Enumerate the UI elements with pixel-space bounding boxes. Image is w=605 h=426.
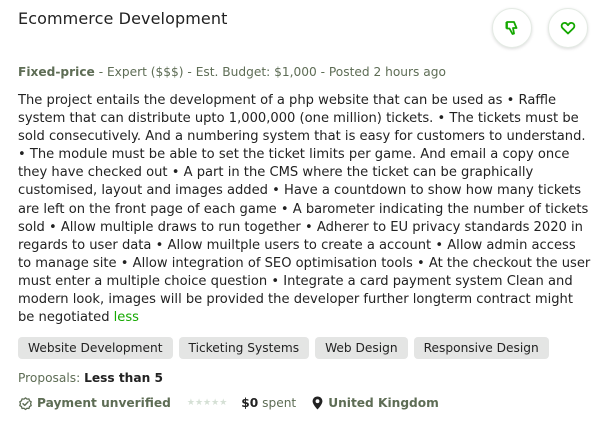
client-spent: $0 spent [241, 396, 296, 410]
proposals-info: Proposals: Less than 5 [18, 371, 163, 385]
skill-tag[interactable]: Website Development [18, 337, 173, 359]
job-type: Fixed-price [18, 65, 95, 79]
location-text: United Kingdom [328, 396, 439, 410]
job-meta: Fixed-price - Expert ($$$) - Est. Budget… [18, 65, 446, 79]
payment-status-text: Payment unverified [37, 396, 171, 410]
skill-tag[interactable]: Web Design [315, 337, 408, 359]
star-icon: ★ [194, 397, 204, 408]
proposals-label: Proposals: [18, 371, 85, 385]
star-icon: ★ [186, 397, 195, 408]
job-description-text: The project entails the development of a… [18, 93, 591, 326]
skill-tag[interactable]: Responsive Design [413, 337, 549, 359]
job-card[interactable]: Ecommerce Development Fixed-price - Expe… [0, 0, 605, 426]
skill-tag[interactable]: Ticketing Systems [178, 337, 310, 359]
heart-icon [560, 22, 576, 35]
job-meta-details: - Expert ($$$) - Est. Budget: $1,000 - P… [94, 65, 446, 79]
less-link[interactable]: less [114, 310, 139, 325]
client-location: United Kingdom [312, 396, 439, 410]
skills-list: Website Development Ticketing Systems We… [18, 337, 549, 359]
spent-label: spent [258, 396, 297, 410]
job-description: The project entails the development of a… [18, 92, 592, 327]
verified-check-icon [19, 396, 32, 410]
dislike-button[interactable] [492, 8, 532, 48]
proposals-value: Less than 5 [84, 371, 163, 385]
spent-amount: $0 [241, 396, 259, 410]
payment-status: Payment unverified [18, 396, 171, 411]
save-job-button[interactable] [548, 8, 588, 48]
thumbs-down-icon [505, 21, 518, 35]
star-icon: ★ [211, 397, 220, 408]
location-pin-icon [312, 396, 323, 410]
star-icon: ★ [219, 397, 228, 408]
client-rating: ★ ★ ★ ★ ★ [186, 397, 228, 408]
client-info: Payment unverified ★ ★ ★ ★ ★ $0 spent Un… [18, 394, 439, 412]
job-title[interactable]: Ecommerce Development [18, 9, 227, 28]
star-icon: ★ [203, 397, 212, 408]
